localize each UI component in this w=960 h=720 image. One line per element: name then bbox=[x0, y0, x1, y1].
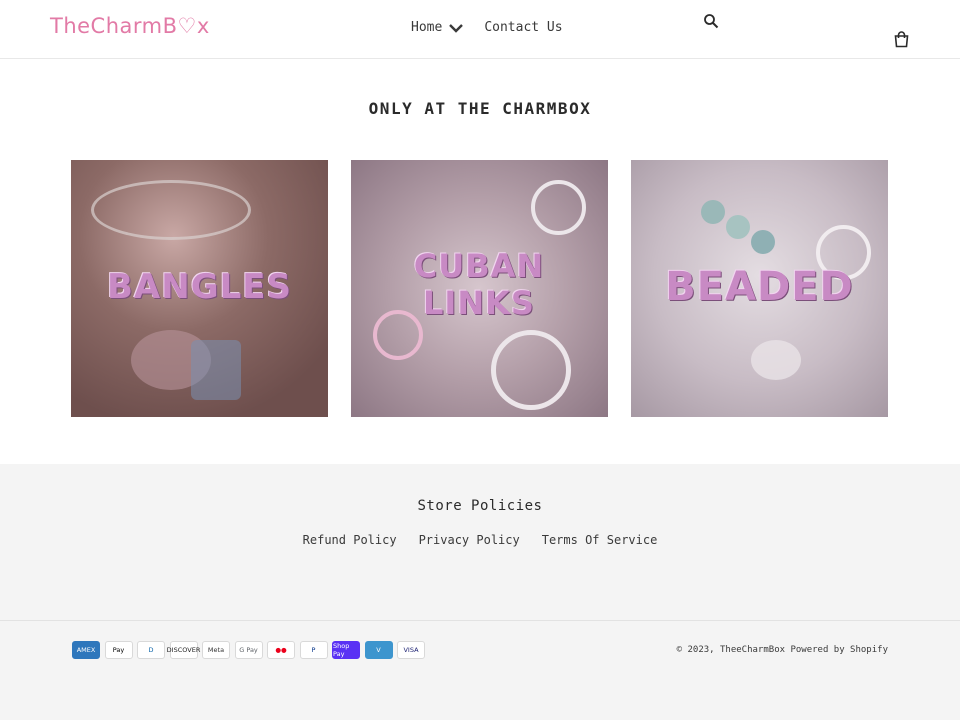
site-footer: Store Policies Refund Policy Privacy Pol… bbox=[0, 464, 960, 720]
chevron-down-icon bbox=[449, 23, 464, 33]
collection-bangles[interactable]: BANGLES bbox=[71, 160, 328, 417]
discover-icon: DISCOVER bbox=[167, 641, 200, 659]
footer-link-refund-policy[interactable]: Refund Policy bbox=[303, 533, 397, 547]
collection-label: BANGLES bbox=[107, 267, 292, 307]
footer-title: Store Policies bbox=[417, 498, 543, 514]
footer-links: Refund Policy Privacy Policy Terms Of Se… bbox=[0, 533, 960, 547]
copyright-text[interactable]: © 2023, TheeCharmBox bbox=[677, 645, 785, 655]
powered-by-link[interactable]: Powered by Shopify bbox=[790, 645, 888, 655]
collection-label: CUBAN LINKS bbox=[413, 247, 545, 322]
mastercard-icon: ●● bbox=[267, 641, 295, 659]
search-icon[interactable] bbox=[703, 13, 719, 29]
visa-icon: VISA bbox=[397, 641, 425, 659]
copyright: © 2023, TheeCharmBox Powered by Shopify bbox=[677, 645, 888, 655]
apple-pay-icon: Pay bbox=[104, 641, 133, 659]
payment-icons: AMEX Pay D DISCOVER Meta G Pay ●● P Shop… bbox=[72, 641, 430, 659]
venmo-icon: V bbox=[364, 641, 393, 659]
collection-beaded[interactable]: BEADED bbox=[631, 160, 888, 417]
google-pay-icon: G Pay bbox=[234, 641, 263, 659]
section-title: ONLY AT THE CHARMBOX bbox=[368, 99, 592, 118]
amex-icon: AMEX bbox=[72, 641, 100, 659]
nav-home[interactable]: Home bbox=[411, 20, 464, 35]
site-header: TheCharmB♡x Home Contact Us bbox=[0, 0, 960, 59]
footer-link-privacy-policy[interactable]: Privacy Policy bbox=[419, 533, 520, 547]
collection-cuban-links[interactable]: CUBAN LINKS bbox=[351, 160, 608, 417]
cart-icon[interactable] bbox=[893, 31, 910, 48]
main-nav: Home Contact Us bbox=[411, 20, 563, 35]
diners-club-icon: D bbox=[137, 641, 165, 659]
paypal-icon: P bbox=[299, 641, 328, 659]
shop-pay-icon: Shop Pay bbox=[332, 641, 360, 659]
site-logo[interactable]: TheCharmB♡x bbox=[50, 14, 210, 38]
nav-home-label: Home bbox=[411, 20, 443, 35]
nav-contact-us[interactable]: Contact Us bbox=[484, 20, 562, 35]
footer-divider bbox=[0, 620, 960, 621]
footer-link-terms-of-service[interactable]: Terms Of Service bbox=[542, 533, 658, 547]
nav-contact-label: Contact Us bbox=[484, 20, 563, 35]
collection-label: BEADED bbox=[665, 264, 854, 310]
meta-pay-icon: Meta bbox=[202, 641, 230, 659]
